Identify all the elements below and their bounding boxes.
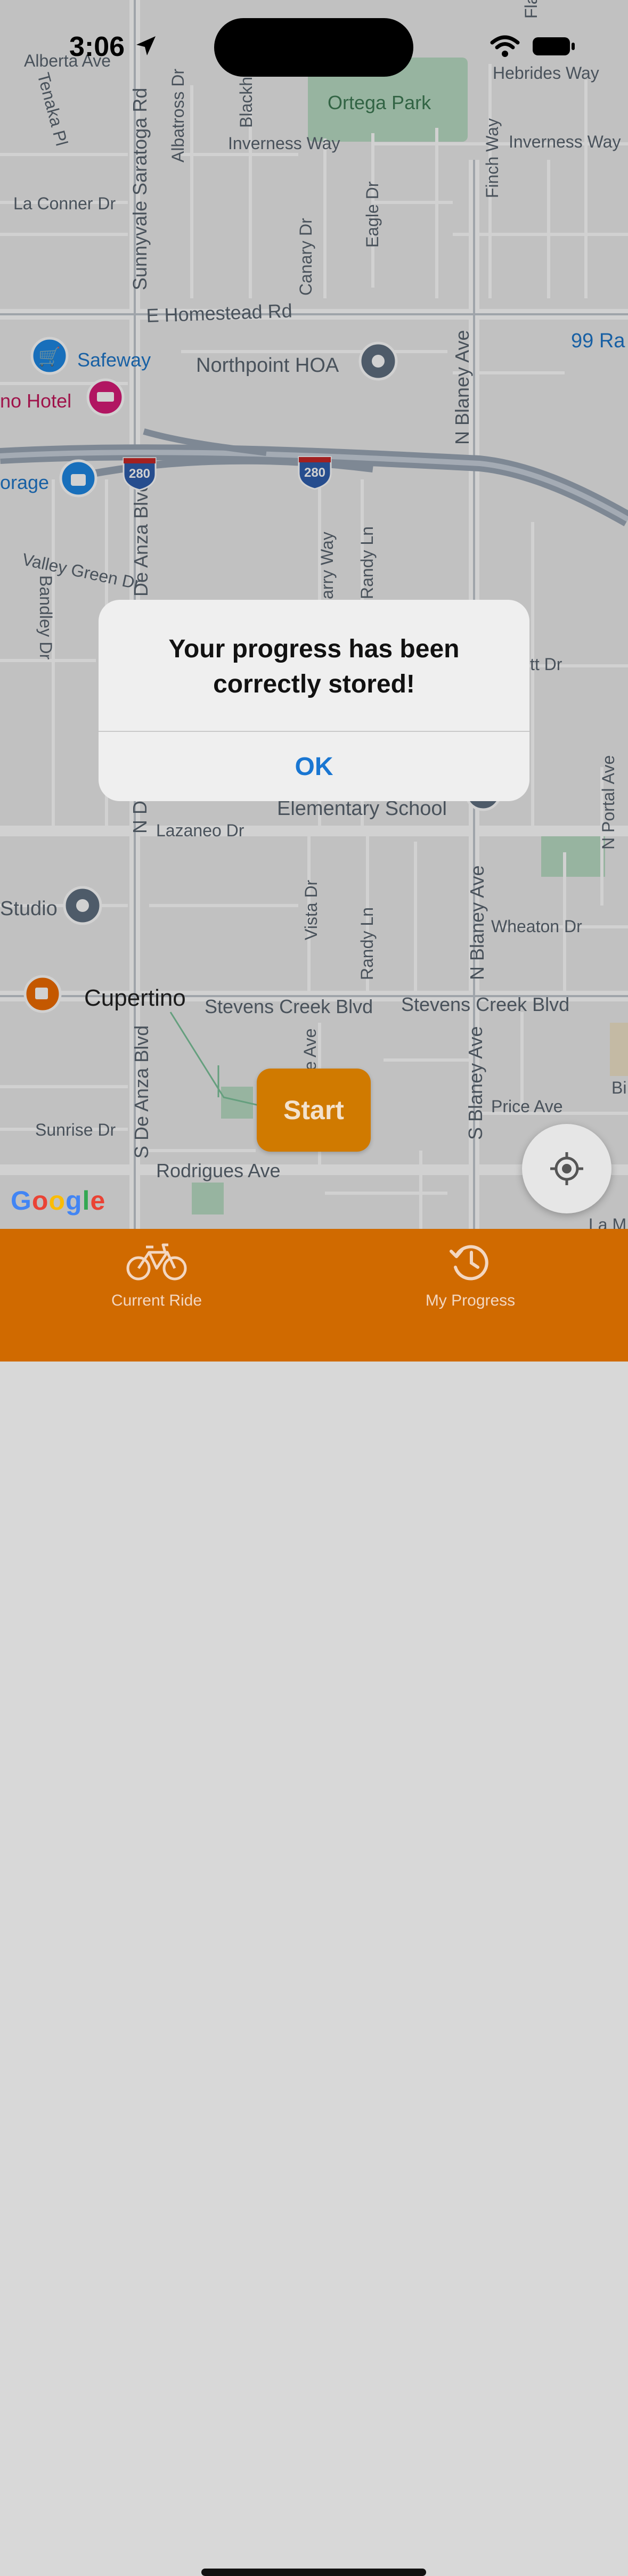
tab-label: My Progress [425, 1292, 516, 1309]
tab-bar: Current Ride My Progress [0, 1229, 628, 2576]
status-time: 3:06 [69, 31, 125, 62]
battery-icon [533, 37, 575, 55]
home-indicator [201, 2569, 426, 2576]
google-logo: Google [11, 1186, 106, 1216]
crosshair-icon [550, 1152, 583, 1185]
dynamic-island [214, 18, 413, 77]
tab-my-progress[interactable]: My Progress [390, 1229, 550, 1325]
ok-button[interactable]: OK [99, 732, 529, 801]
history-icon [450, 1245, 488, 1281]
start-button[interactable]: Start [257, 1069, 371, 1152]
status-bar: 3:06 [0, 0, 628, 91]
start-button-label: Start [283, 1095, 344, 1125]
wifi-icon [490, 35, 520, 57]
location-arrow-icon [136, 36, 156, 55]
bicycle-icon [126, 1243, 187, 1281]
alert-message: Your progress has been correctly stored! [168, 635, 460, 698]
my-location-button[interactable] [522, 1124, 611, 1213]
alert-dialog: Your progress has been correctly stored!… [99, 600, 529, 801]
tab-label: Current Ride [111, 1292, 202, 1309]
tab-current-ride[interactable]: Current Ride [77, 1229, 236, 1325]
